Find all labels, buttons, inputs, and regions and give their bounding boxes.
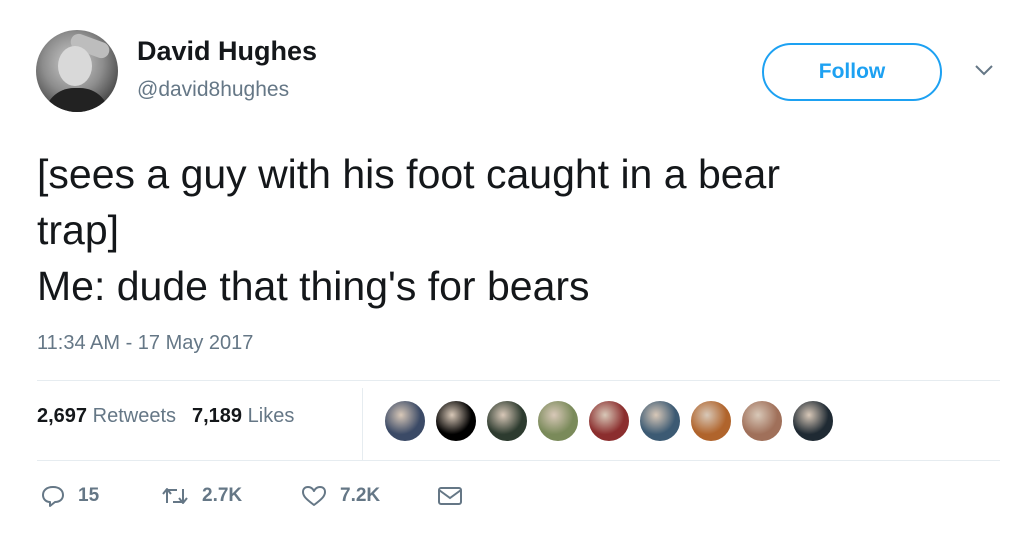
divider <box>37 460 1000 461</box>
liker-avatar[interactable] <box>690 400 732 442</box>
retweets-label: Retweets <box>92 405 176 427</box>
retweets-count: 2,697 <box>37 405 88 427</box>
tweet-timestamp[interactable]: 11:34 AM - 17 May 2017 <box>37 332 253 355</box>
tweet-line: Me: dude that thing's for bears <box>37 263 590 309</box>
tweet-actions: 15 2.7K 7.2K <box>40 484 464 508</box>
author-name[interactable]: David Hughes <box>137 36 317 67</box>
likes-stat[interactable]: 7,189 Likes <box>192 405 294 428</box>
tweet-line: trap] <box>37 207 120 253</box>
reply-icon <box>40 484 66 508</box>
liker-avatar[interactable] <box>486 400 528 442</box>
like-count: 7.2K <box>340 485 381 506</box>
retweet-icon <box>160 484 190 508</box>
tweet-line: [sees a guy with his foot caught in a be… <box>37 151 781 197</box>
liker-avatar[interactable] <box>741 400 783 442</box>
retweets-stat[interactable]: 2,697 Retweets <box>37 405 176 428</box>
message-icon <box>436 484 464 508</box>
follow-button[interactable]: Follow <box>762 43 942 101</box>
avatar[interactable] <box>36 30 118 112</box>
liker-avatar[interactable] <box>639 400 681 442</box>
divider <box>362 388 363 460</box>
divider <box>37 380 1000 381</box>
likes-count: 7,189 <box>192 405 243 427</box>
tweet-stats: 2,697 Retweets 7,189 Likes <box>37 405 294 428</box>
chevron-down-icon[interactable] <box>972 62 996 78</box>
liker-avatar[interactable] <box>537 400 579 442</box>
likes-label: Likes <box>247 405 295 427</box>
retweet-button[interactable]: 2.7K <box>160 484 300 508</box>
reply-count: 15 <box>78 485 100 506</box>
like-button[interactable]: 7.2K <box>300 484 436 508</box>
likers-avatars <box>384 400 843 442</box>
liker-avatar[interactable] <box>384 400 426 442</box>
tweet-text: [sees a guy with his foot caught in a be… <box>37 146 977 314</box>
liker-avatar[interactable] <box>792 400 834 442</box>
reply-button[interactable]: 15 <box>40 484 160 508</box>
liker-avatar[interactable] <box>435 400 477 442</box>
retweet-count: 2.7K <box>202 485 243 506</box>
heart-icon <box>300 484 328 508</box>
author-handle[interactable]: @david8hughes <box>137 78 289 102</box>
direct-message-button[interactable] <box>436 484 464 508</box>
liker-avatar[interactable] <box>588 400 630 442</box>
